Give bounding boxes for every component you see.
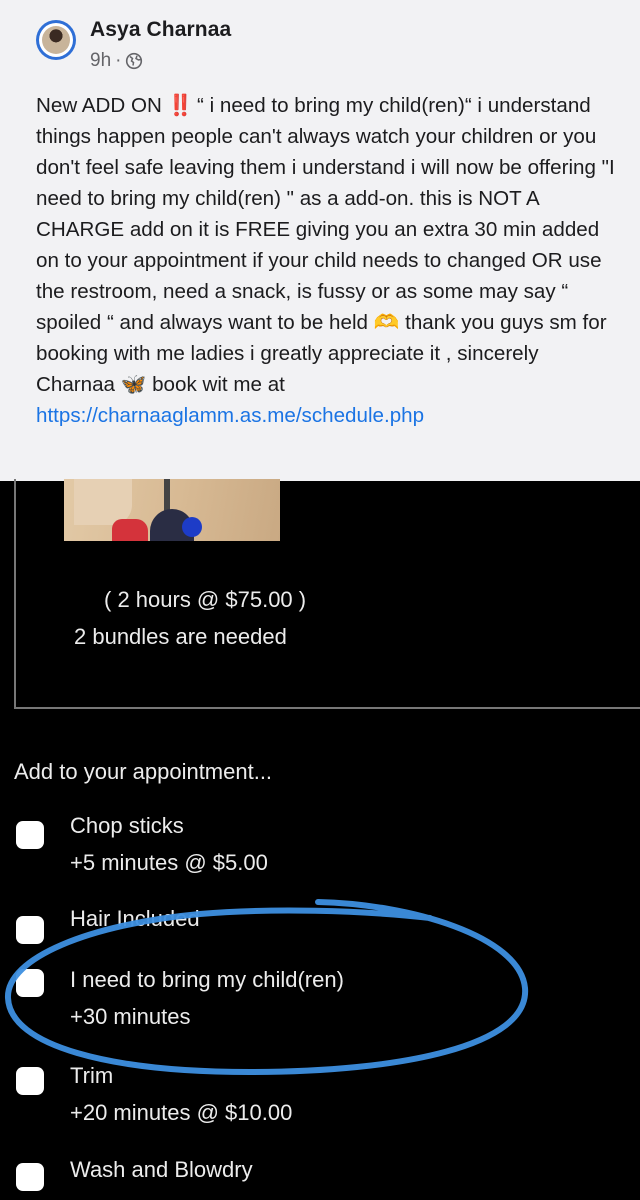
service-note: 2 bundles are needed xyxy=(74,624,287,649)
facebook-post: Asya Charnaa 9h · New ADD ON ‼️ “ i need… xyxy=(0,0,640,481)
post-time[interactable]: 9h xyxy=(90,50,111,72)
booking-screenshot: ( 2 hours @ $75.00 ) 2 bundles are neede… xyxy=(0,479,640,1200)
post-meta: 9h · xyxy=(90,50,143,72)
double-exclamation-icon: ‼️ xyxy=(167,94,194,117)
globe-icon xyxy=(126,52,143,70)
post-text-part-1: New ADD ON xyxy=(36,94,168,117)
service-card: ( 2 hours @ $75.00 ) 2 bundles are neede… xyxy=(14,479,640,709)
addons-title: Add to your appointment... xyxy=(14,759,273,784)
post-body: New ADD ON ‼️ “ i need to bring my child… xyxy=(36,90,622,431)
photo-chair-knob xyxy=(182,517,202,537)
meta-separator: · xyxy=(115,50,122,71)
photo-chair-post xyxy=(164,479,170,513)
addon-checkbox[interactable] xyxy=(16,1163,44,1191)
heart-hands-icon: 🫶 xyxy=(373,311,400,334)
post-text-part-4: book wit me at xyxy=(146,373,291,396)
avatar-ring xyxy=(39,23,73,57)
addon-name: Wash and Blowdry xyxy=(70,1157,253,1182)
addon-checkbox[interactable] xyxy=(16,969,44,997)
profile-photo-icon xyxy=(42,26,70,54)
addon-detail: +30 minutes xyxy=(70,1004,191,1029)
author-name[interactable]: Asya Charnaa xyxy=(90,18,231,42)
addon-detail: +20 minutes @ $10.00 xyxy=(70,1100,293,1125)
addon-checkbox[interactable] xyxy=(16,1067,44,1095)
butterfly-icon: 🦋 xyxy=(120,373,147,396)
addon-detail: +5 minutes @ $5.00 xyxy=(70,850,268,875)
avatar[interactable] xyxy=(36,20,76,60)
addon-name: Chop sticks xyxy=(70,813,184,838)
service-photo xyxy=(64,479,280,541)
addon-checkbox[interactable] xyxy=(16,821,44,849)
schedule-link[interactable]: https://charnaaglamm.as.me/schedule.php xyxy=(36,404,424,427)
photo-shoe xyxy=(112,519,148,541)
addon-name: Hair Included xyxy=(70,906,200,931)
addon-name: Trim xyxy=(70,1063,114,1088)
post-text-part-2: “ i need to bring my child(ren)“ i under… xyxy=(36,94,621,334)
addon-checkbox[interactable] xyxy=(16,916,44,944)
addon-name: I need to bring my child(ren) xyxy=(70,967,344,992)
service-duration: ( 2 hours @ $75.00 ) xyxy=(104,587,307,612)
